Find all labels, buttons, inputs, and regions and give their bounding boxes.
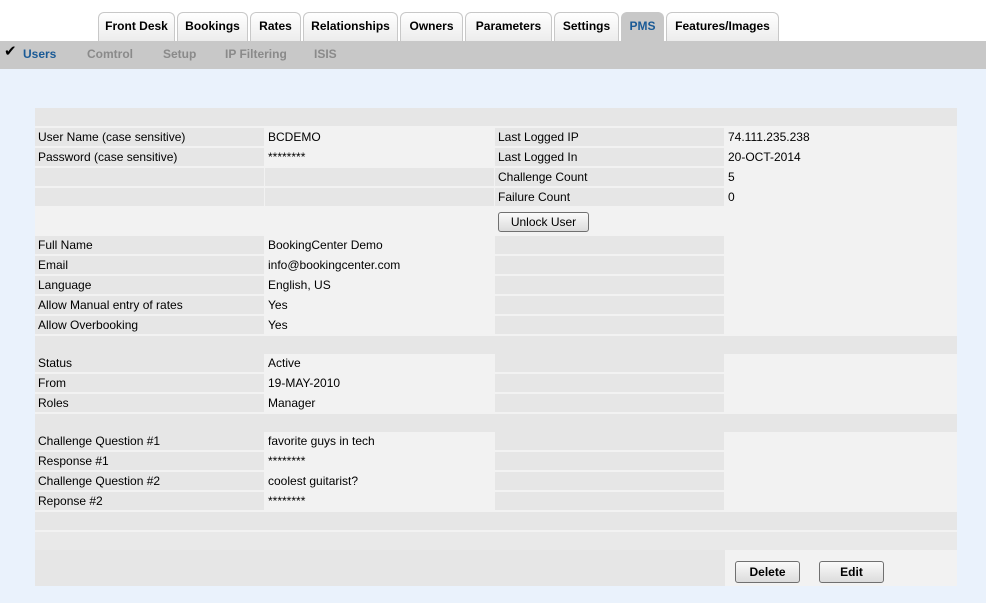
blank-cell <box>725 316 957 334</box>
main-tabs: Front Desk Bookings Rates Relationships … <box>0 0 986 41</box>
blank-cell <box>725 492 957 510</box>
blank-cell <box>495 354 724 372</box>
blank-cell <box>495 452 724 470</box>
manual-rates-label: Allow Manual entry of rates <box>35 296 264 314</box>
username-label: User Name (case sensitive) <box>35 128 264 146</box>
blank-cell <box>725 236 957 254</box>
sub-navigation: ✔ Users Comtrol Setup IP Filtering ISIS <box>0 41 986 69</box>
failure-count-value: 0 <box>725 188 957 206</box>
blank-cell <box>725 472 957 490</box>
tab-settings[interactable]: Settings <box>554 12 619 41</box>
subnav-ip-filtering[interactable]: IP Filtering <box>225 47 287 61</box>
tab-pms[interactable]: PMS <box>621 12 664 41</box>
challenge-question-1-label: Challenge Question #1 <box>35 432 264 450</box>
roles-label: Roles <box>35 394 264 412</box>
status-label: Status <box>35 354 264 372</box>
user-detail-panel: User Name (case sensitive) BCDEMO Last L… <box>35 108 957 586</box>
tab-features-images[interactable]: Features/Images <box>666 12 779 41</box>
fullname-value: BookingCenter Demo <box>265 236 494 254</box>
blank-cell <box>725 296 957 314</box>
manual-rates-value: Yes <box>265 296 494 314</box>
tab-parameters[interactable]: Parameters <box>465 12 552 41</box>
blank-cell <box>35 188 264 206</box>
challenge-count-value: 5 <box>725 168 957 186</box>
response-1-label: Response #1 <box>35 452 264 470</box>
blank-cell <box>725 432 957 450</box>
fullname-label: Full Name <box>35 236 264 254</box>
response-1-value: ******** <box>265 452 494 470</box>
blank-cell <box>35 168 264 186</box>
status-value: Active <box>265 354 494 372</box>
blank-cell <box>725 374 957 392</box>
blank-cell <box>495 472 724 490</box>
blank-cell <box>495 492 724 510</box>
password-value: ******** <box>265 148 494 166</box>
blank-cell <box>495 316 724 334</box>
challenge-count-label: Challenge Count <box>495 168 724 186</box>
separator-band <box>35 512 957 530</box>
separator-band <box>35 336 957 354</box>
header-band <box>35 108 957 126</box>
tab-bookings[interactable]: Bookings <box>177 12 248 41</box>
subnav-isis[interactable]: ISIS <box>314 47 337 61</box>
tab-owners[interactable]: Owners <box>400 12 463 41</box>
email-label: Email <box>35 256 264 274</box>
separator-band <box>35 532 957 550</box>
blank-cell <box>495 276 724 294</box>
blank-cell <box>725 452 957 470</box>
challenge-question-1-value: favorite guys in tech <box>265 432 494 450</box>
from-value: 19-MAY-2010 <box>265 374 494 392</box>
roles-value: Manager <box>265 394 494 412</box>
blank-cell <box>725 394 957 412</box>
edit-button[interactable]: Edit <box>819 561 884 583</box>
separator-band <box>35 414 957 432</box>
challenge-question-2-value: coolest guitarist? <box>265 472 494 490</box>
overbooking-label: Allow Overbooking <box>35 316 264 334</box>
failure-count-label: Failure Count <box>495 188 724 206</box>
unlock-user-button[interactable]: Unlock User <box>498 212 589 232</box>
language-value: English, US <box>265 276 494 294</box>
blank-cell <box>265 168 494 186</box>
overbooking-value: Yes <box>265 316 494 334</box>
subnav-comtrol[interactable]: Comtrol <box>87 47 133 61</box>
blank-cell <box>725 256 957 274</box>
language-label: Language <box>35 276 264 294</box>
tab-relationships[interactable]: Relationships <box>303 12 398 41</box>
blank-cell <box>495 236 724 254</box>
last-ip-label: Last Logged IP <box>495 128 724 146</box>
blank-cell <box>265 188 494 206</box>
response-2-value: ******** <box>265 492 494 510</box>
tab-front-desk[interactable]: Front Desk <box>98 12 175 41</box>
delete-button[interactable]: Delete <box>735 561 800 583</box>
last-ip-value: 74.111.235.238 <box>725 128 957 146</box>
blank-cell <box>725 276 957 294</box>
content-area: User Name (case sensitive) BCDEMO Last L… <box>0 69 986 603</box>
blank-cell <box>725 354 957 372</box>
username-value: BCDEMO <box>265 128 494 146</box>
blank-cell <box>495 374 724 392</box>
password-label: Password (case sensitive) <box>35 148 264 166</box>
email-value: info@bookingcenter.com <box>265 256 494 274</box>
tab-rates[interactable]: Rates <box>250 12 301 41</box>
last-logged-in-label: Last Logged In <box>495 148 724 166</box>
blank-cell <box>495 432 724 450</box>
response-2-label: Reponse #2 <box>35 492 264 510</box>
blank-cell <box>495 296 724 314</box>
from-label: From <box>35 374 264 392</box>
subnav-users[interactable]: Users <box>23 47 56 61</box>
checkmark-icon: ✔ <box>4 43 17 60</box>
subnav-setup[interactable]: Setup <box>163 47 196 61</box>
challenge-question-2-label: Challenge Question #2 <box>35 472 264 490</box>
blank-cell <box>495 394 724 412</box>
last-logged-in-value: 20-OCT-2014 <box>725 148 957 166</box>
blank-cell <box>495 256 724 274</box>
